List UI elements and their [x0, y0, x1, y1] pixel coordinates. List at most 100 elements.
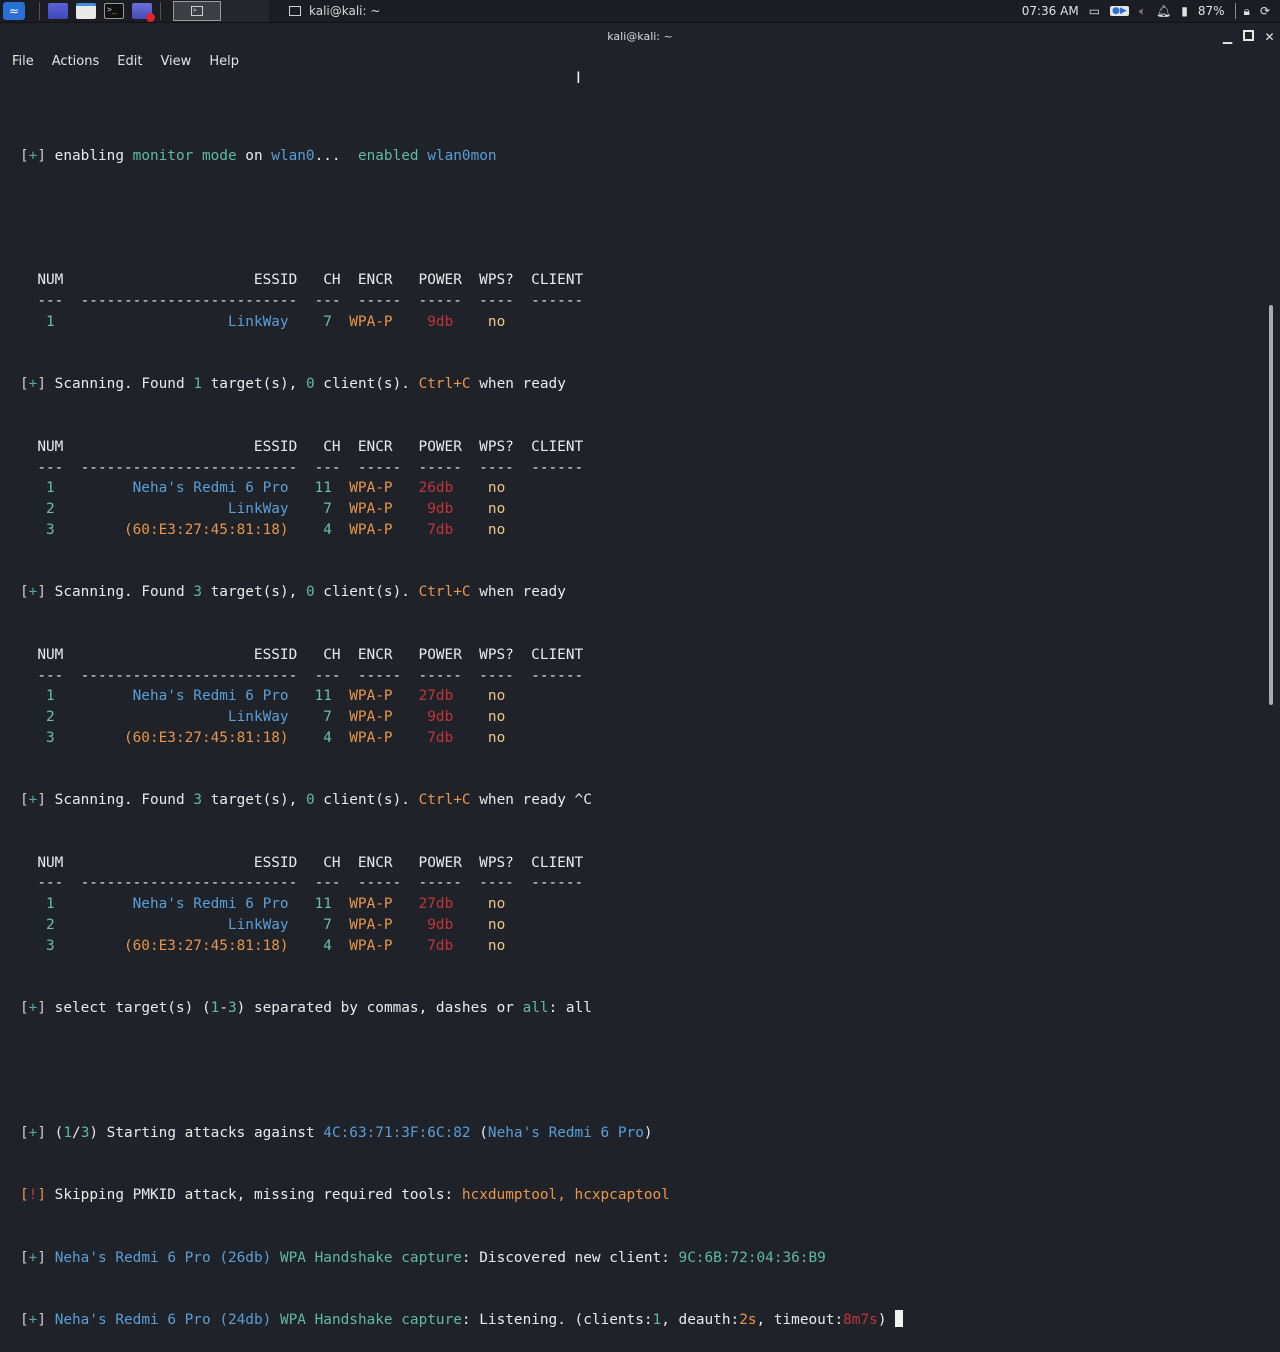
maximize-button[interactable] [1238, 30, 1259, 44]
panel-separator [160, 2, 161, 20]
text: , timeout: [756, 1312, 844, 1329]
bracket: ] [37, 792, 47, 809]
system-tray: 07:36 AM ▭ ●▶ 🔈︎ 🔔︎ ▮ 87% 🔒︎ ⟳ [1022, 0, 1280, 22]
text: Skipping PMKID attack, missing required … [46, 1187, 462, 1204]
bracket: [ [20, 792, 29, 809]
tool-name: hcxpcaptool [574, 1187, 670, 1204]
client-count: 0 [305, 792, 315, 809]
table-row: 1 Neha's Redmi 6 Pro 11 WPA-P 27db no [20, 686, 1240, 707]
row-channel: 7 [305, 313, 332, 330]
text: ) separated by commas, dashes or [236, 1000, 523, 1017]
terminal-launcher-icon[interactable]: >_ [104, 3, 124, 19]
essid: Neha's Redmi 6 Pro [54, 1249, 211, 1266]
row-wps: no [470, 896, 506, 913]
bracket: ] [37, 376, 47, 393]
table-header: NUM ESSID CH ENCR POWER WPS? CLIENT [20, 272, 584, 289]
row-num: 2 [46, 501, 55, 518]
camera-recording-icon[interactable]: ●▶ [1110, 6, 1129, 16]
maximize-icon [1243, 30, 1254, 41]
target-count: 3 [193, 792, 202, 809]
volume-muted-icon[interactable]: 🔈︎ [1139, 4, 1146, 19]
terminal-cursor [895, 1310, 904, 1328]
text: Scanning. Found [46, 584, 194, 601]
menu-file[interactable]: File [6, 51, 40, 73]
scrollbar-thumb[interactable] [1269, 305, 1273, 705]
table-row: 3 (60:E3:27:45:81:18) 4 WPA-P 7db no [20, 728, 1240, 749]
row-essid: (60:E3:27:45:81:18) [72, 729, 289, 746]
kali-menu-icon[interactable]: ≈ [3, 2, 25, 20]
minimize-button[interactable]: ▁ [1217, 30, 1238, 44]
window-controls: ▁ ✕ [1217, 23, 1280, 51]
row-encryption: WPA-P [349, 688, 393, 705]
row-channel: 11 [305, 480, 332, 497]
row-wps: no [470, 480, 506, 497]
top-panel: ≈ >_ > kali@kali: ~ 07:36 AM ▭ ●▶ 🔈︎ 🔔︎ … [0, 0, 1280, 23]
row-num: 1 [46, 688, 55, 705]
tray-separator [1234, 3, 1236, 19]
menu-help[interactable]: Help [203, 51, 245, 73]
battery-icon[interactable]: ▮ [1181, 4, 1188, 18]
taskbar-window-title: kali@kali: ~ [309, 4, 381, 18]
text: when ready ^C [470, 792, 592, 809]
logout-icon[interactable]: ⟳ [1260, 4, 1270, 18]
row-num: 1 [46, 480, 55, 497]
text: all [522, 1000, 549, 1017]
text: monitor mode [132, 147, 237, 164]
workspace-1-button[interactable]: > [173, 1, 221, 21]
row-channel: 11 [305, 688, 332, 705]
row-power: 26db [409, 480, 454, 497]
battery-percent: 87% [1197, 4, 1225, 18]
menu-edit[interactable]: Edit [111, 51, 148, 73]
text: target(s), [201, 584, 306, 601]
workspace-2-button[interactable] [221, 0, 269, 22]
text: Scanning. Found [46, 376, 194, 393]
terminal-output[interactable]: [+] enabling monitor mode on wlan0... en… [20, 104, 1240, 1352]
close-button[interactable]: ✕ [1259, 30, 1280, 44]
ctrl-c-hint: Ctrl+C [418, 792, 471, 809]
notification-bell-icon[interactable]: 🔔︎ [1156, 4, 1171, 18]
text: ... [314, 147, 358, 164]
interface-name: wlan0 [271, 147, 315, 164]
clock[interactable]: 07:36 AM [1022, 4, 1079, 18]
row-wps: no [470, 937, 506, 954]
file-manager-icon[interactable] [76, 3, 96, 19]
menu-view[interactable]: View [154, 51, 197, 73]
power: (26db) [219, 1249, 272, 1266]
show-desktop-icon[interactable] [48, 3, 68, 19]
text: ) Starting attacks against [89, 1125, 324, 1142]
screen-recorder-icon[interactable] [132, 3, 155, 22]
ctrl-c-hint: Ctrl+C [418, 584, 471, 601]
row-num: 1 [46, 313, 55, 330]
table-row: 1 Neha's Redmi 6 Pro 11 WPA-P 27db no [20, 894, 1240, 915]
row-channel: 4 [305, 729, 332, 746]
row-channel: 11 [305, 896, 332, 913]
row-num: 3 [46, 729, 55, 746]
taskbar-window-button[interactable]: kali@kali: ~ [277, 0, 467, 22]
menu-actions[interactable]: Actions [46, 51, 106, 73]
text: / [72, 1125, 81, 1142]
row-encryption: WPA-P [349, 501, 393, 518]
lock-icon[interactable]: 🔒︎ [1244, 4, 1250, 19]
display-icon[interactable]: ▭ [1089, 4, 1100, 18]
